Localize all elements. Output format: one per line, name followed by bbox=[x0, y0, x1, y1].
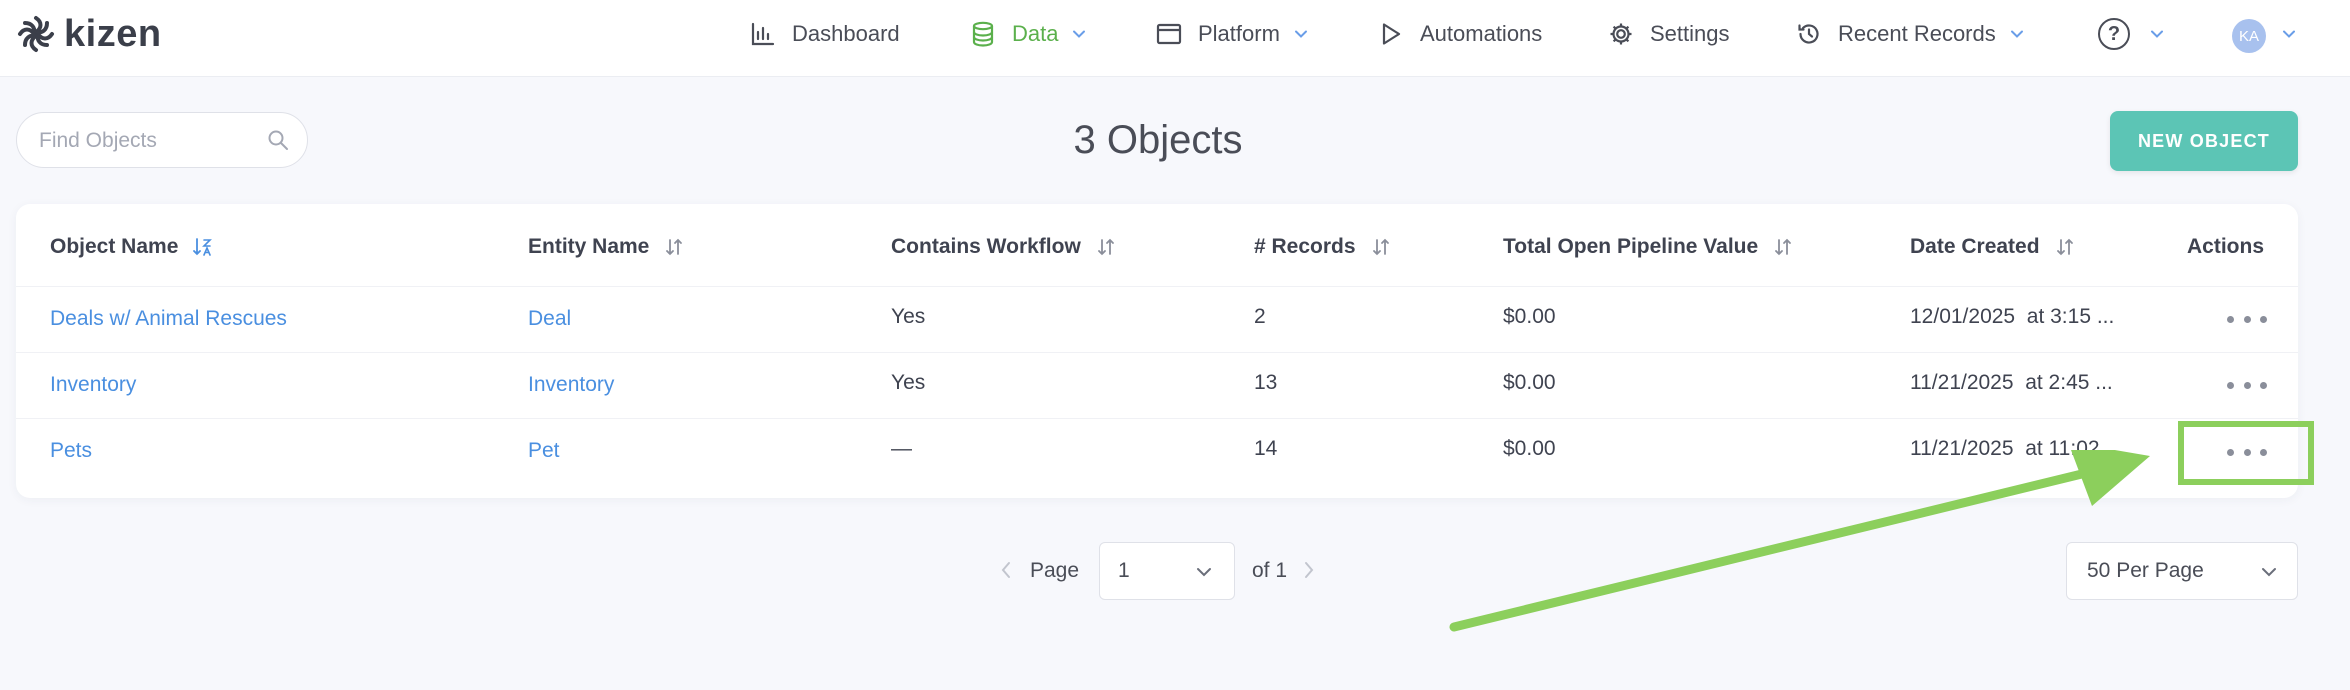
nav-settings[interactable]: Settings bbox=[1608, 16, 1730, 52]
history-icon bbox=[1796, 21, 1822, 47]
window-icon bbox=[1156, 21, 1182, 47]
nav-data-label: Data bbox=[1012, 21, 1059, 46]
nav-platform-label: Platform bbox=[1198, 21, 1280, 46]
chevron-down-icon bbox=[1072, 27, 1086, 41]
sort-icon[interactable] bbox=[663, 236, 685, 258]
contains-workflow-cell: — bbox=[891, 437, 912, 460]
entity-name-link[interactable]: Deal bbox=[528, 304, 571, 334]
avatar-chevron-down-icon[interactable] bbox=[2282, 27, 2296, 41]
page-of-label: of 1 bbox=[1252, 559, 1288, 582]
pipeline-value-cell: $0.00 bbox=[1503, 371, 1556, 394]
entity-name-link[interactable]: Pet bbox=[528, 436, 560, 466]
records-cell: 13 bbox=[1254, 371, 1278, 394]
entity-name-link[interactable]: Inventory bbox=[528, 370, 614, 400]
object-name-link[interactable]: Pets bbox=[50, 436, 92, 466]
play-icon bbox=[1378, 21, 1404, 47]
object-name-link[interactable]: Inventory bbox=[50, 370, 136, 400]
sort-icon[interactable] bbox=[1095, 236, 1117, 258]
column-header-actions: Actions bbox=[2187, 232, 2264, 262]
nav-automations-label: Automations bbox=[1420, 21, 1543, 46]
sort-ascending-icon[interactable] bbox=[192, 236, 214, 258]
help-button[interactable]: ? bbox=[2098, 18, 2130, 50]
column-header-records[interactable]: # Records bbox=[1254, 232, 1392, 262]
nav-platform[interactable]: Platform bbox=[1156, 16, 1308, 52]
chevron-down-icon bbox=[1196, 564, 1212, 580]
sort-icon[interactable] bbox=[2054, 236, 2076, 258]
user-avatar[interactable]: KA bbox=[2232, 19, 2266, 53]
page-label: Page bbox=[1030, 559, 1080, 582]
column-header-label: Contains Workflow bbox=[891, 235, 1081, 258]
nav-data[interactable]: Data bbox=[970, 16, 1086, 52]
contains-workflow-cell: Yes bbox=[891, 305, 926, 328]
help-chevron-down-icon[interactable] bbox=[2150, 27, 2164, 41]
bar-chart-icon bbox=[750, 21, 776, 47]
brand-name: kizen bbox=[64, 13, 162, 55]
column-header-label: # Records bbox=[1254, 235, 1356, 258]
avatar-initials: KA bbox=[2238, 27, 2259, 45]
nav-dashboard[interactable]: Dashboard bbox=[750, 16, 900, 52]
annotation-arrow bbox=[1449, 450, 2150, 632]
nav-dashboard-label: Dashboard bbox=[792, 21, 900, 46]
chevron-down-icon bbox=[2010, 27, 2024, 41]
nav-settings-label: Settings bbox=[1650, 21, 1730, 46]
database-icon bbox=[970, 21, 996, 47]
next-page-chevron-icon[interactable] bbox=[1302, 560, 1316, 580]
nav-recent-records[interactable]: Recent Records bbox=[1796, 16, 2024, 52]
page-number-value: 1 bbox=[1118, 559, 1130, 582]
chevron-down-icon bbox=[2261, 564, 2277, 580]
gear-icon bbox=[1608, 21, 1634, 47]
column-header-label: Total Open Pipeline Value bbox=[1503, 235, 1759, 258]
column-header-label: Object Name bbox=[50, 235, 179, 258]
column-header-date-created[interactable]: Date Created bbox=[1910, 232, 2076, 262]
nav-automations[interactable]: Automations bbox=[1378, 16, 1542, 52]
records-cell: 2 bbox=[1254, 305, 1266, 328]
page-title: 3 Objects bbox=[1073, 118, 1243, 162]
column-header-total-open-pipeline-value[interactable]: Total Open Pipeline Value bbox=[1503, 232, 1794, 262]
column-header-entity-name[interactable]: Entity Name bbox=[528, 232, 685, 262]
more-horizontal-icon[interactable] bbox=[2227, 309, 2267, 329]
kizen-logo[interactable]: kizen bbox=[16, 14, 162, 54]
pipeline-value-cell: $0.00 bbox=[1503, 305, 1556, 328]
sort-icon[interactable] bbox=[1370, 236, 1392, 258]
column-header-object-name[interactable]: Object Name bbox=[50, 232, 214, 262]
top-nav: kizen Dashboard Data Platform Automation… bbox=[0, 0, 2350, 77]
row-divider bbox=[16, 418, 2298, 419]
column-header-label: Actions bbox=[2187, 235, 2265, 258]
object-name-link[interactable]: Deals w/ Animal Rescues bbox=[50, 304, 287, 334]
sort-icon[interactable] bbox=[1772, 236, 1794, 258]
contains-workflow-cell: Yes bbox=[891, 371, 926, 394]
records-cell: 14 bbox=[1254, 437, 1278, 460]
column-header-contains-workflow[interactable]: Contains Workflow bbox=[891, 232, 1117, 262]
previous-page-chevron-icon[interactable] bbox=[999, 560, 1013, 580]
help-icon: ? bbox=[2107, 22, 2121, 45]
row-divider bbox=[16, 286, 2298, 287]
annotation-highlight-box bbox=[2178, 421, 2314, 485]
more-horizontal-icon[interactable] bbox=[2227, 375, 2267, 395]
new-object-button[interactable]: NEW OBJECT bbox=[2110, 111, 2298, 171]
column-header-label: Date Created bbox=[1910, 235, 2040, 258]
chevron-down-icon bbox=[1294, 27, 1308, 41]
row-divider bbox=[16, 352, 2298, 353]
date-created-cell: 12/01/2025 at 3:15 ... bbox=[1910, 305, 2115, 328]
column-header-label: Entity Name bbox=[528, 235, 650, 258]
kizen-logo-icon bbox=[18, 16, 54, 52]
nav-recent-records-label: Recent Records bbox=[1838, 21, 1996, 46]
date-created-cell: 11/21/2025 at 2:45 ... bbox=[1910, 371, 2113, 394]
page-number-select[interactable]: 1 bbox=[1099, 542, 1235, 600]
